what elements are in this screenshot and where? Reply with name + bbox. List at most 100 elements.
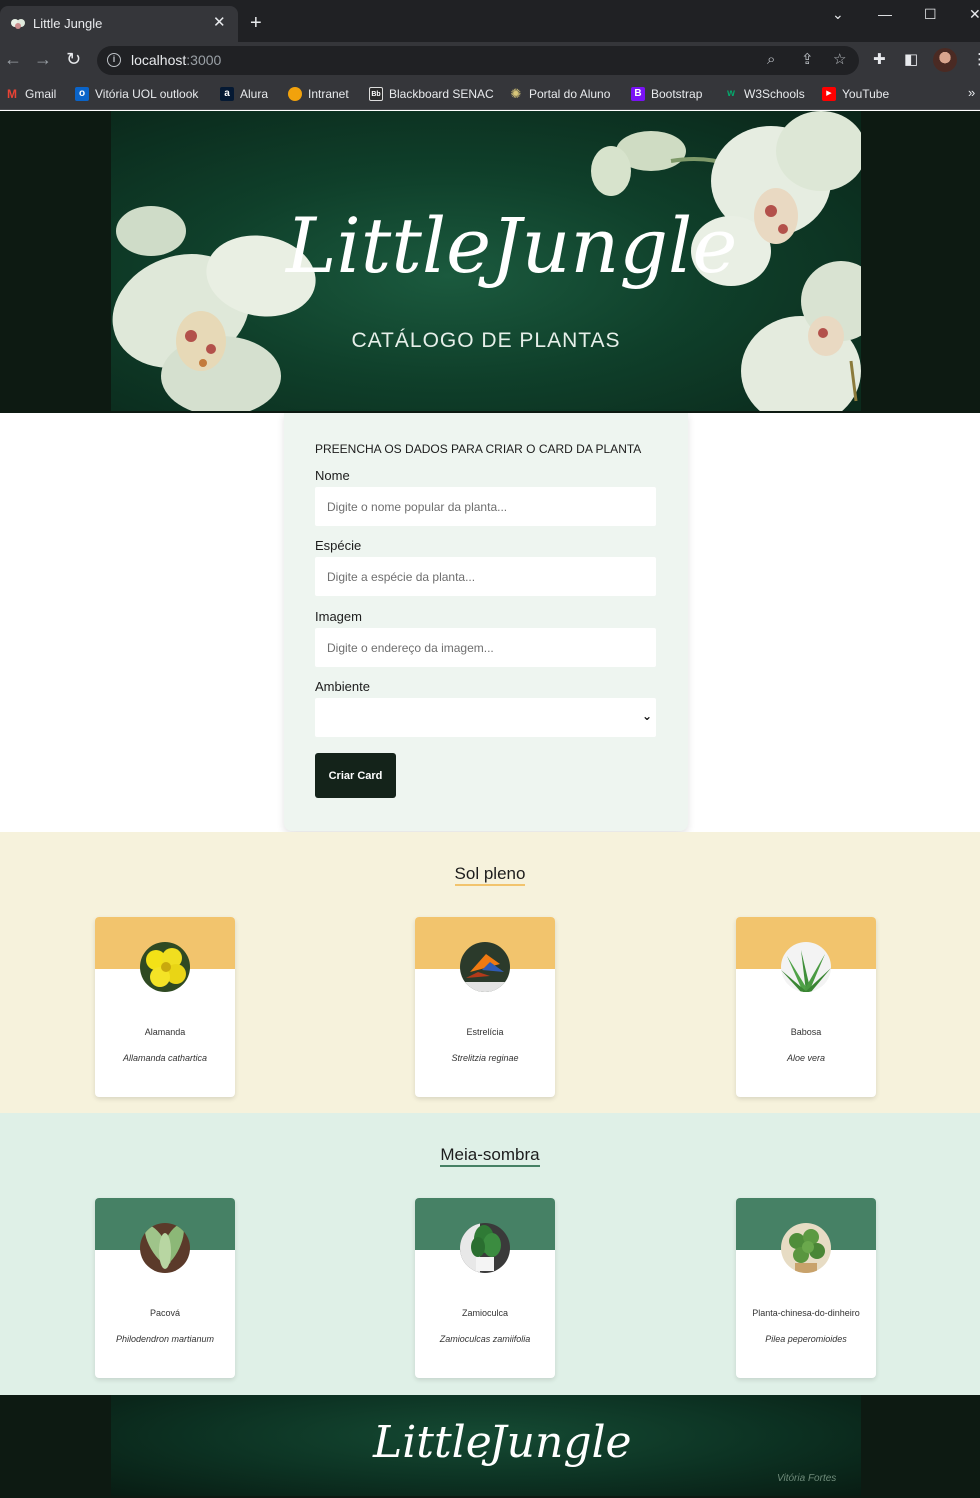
- browser-tabbar: Little Jungle ✕ + ⌄ — ☐ ✕: [0, 0, 980, 42]
- reload-icon[interactable]: ↻: [66, 50, 81, 68]
- portal-icon: ✺: [510, 86, 522, 101]
- alura-icon: a: [220, 87, 234, 101]
- profile-avatar[interactable]: [933, 48, 957, 72]
- plant-photo-estrelicia: [460, 942, 510, 992]
- create-card-button[interactable]: Criar Card: [315, 753, 396, 798]
- browser-toolbar: ← → ↻ i localhost:3000 ⌕ ⇪ ☆ ✚ ◧ ⋮: [0, 42, 980, 78]
- maximize-icon[interactable]: ☐: [924, 6, 937, 22]
- bookmark-intranet[interactable]: Intranet: [288, 84, 349, 104]
- environment-select[interactable]: ⌄: [315, 698, 656, 737]
- hero-brand-word2: Jungle: [491, 201, 738, 290]
- bootstrap-icon: B: [631, 87, 645, 101]
- section-title: Meia-sombra: [0, 1145, 980, 1167]
- orchid-favicon-icon: [11, 19, 25, 29]
- bookmark-label: Intranet: [308, 87, 349, 101]
- new-tab-icon[interactable]: +: [250, 13, 262, 33]
- hero-image: Little Jungle CATÁLOGO DE PLANTAS: [111, 111, 861, 411]
- section-meia-sombra: Meia-sombra Pacová Philodendron martianu…: [0, 1113, 980, 1395]
- side-panel-icon[interactable]: ◧: [904, 51, 918, 69]
- image-input[interactable]: [315, 628, 656, 667]
- minimize-icon[interactable]: —: [878, 6, 892, 22]
- plant-species: Philodendron martianum: [115, 1334, 215, 1344]
- back-arrow-icon[interactable]: ←: [4, 50, 22, 68]
- plant-species: Strelitzia reginae: [451, 1053, 519, 1063]
- chevron-down-icon: ⌄: [641, 709, 652, 723]
- plant-card[interactable]: Planta-chinesa-do-dinheiro Pilea peperom…: [736, 1198, 876, 1378]
- bookmark-label: Vitória UOL outlook: [95, 87, 199, 101]
- bookmark-alura[interactable]: a Alura: [220, 84, 268, 104]
- environment-label: Ambiente: [315, 679, 370, 694]
- hero-banner: Little Jungle CATÁLOGO DE PLANTAS: [0, 111, 980, 413]
- forward-arrow-icon[interactable]: →: [34, 50, 52, 68]
- plant-card[interactable]: Babosa Aloe vera: [736, 917, 876, 1097]
- plant-species: Allamanda cathartica: [122, 1053, 208, 1063]
- species-input[interactable]: [315, 557, 656, 596]
- bookmark-bootstrap[interactable]: B Bootstrap: [631, 84, 702, 104]
- site-info-icon[interactable]: i: [107, 53, 121, 67]
- plant-species: Aloe vera: [786, 1053, 826, 1063]
- plant-name: Planta-chinesa-do-dinheiro: [752, 1308, 860, 1318]
- bookmark-label: Bootstrap: [651, 87, 703, 101]
- plant-name: Babosa: [790, 1027, 822, 1037]
- plant-species: Zamioculcas zamiifolia: [439, 1334, 531, 1344]
- bookmark-blackboard[interactable]: Bb Blackboard SENAC: [369, 84, 494, 104]
- bookmark-w3schools[interactable]: w W3Schools: [724, 84, 805, 104]
- gmail-icon: M: [7, 87, 17, 101]
- bookmarks-bar: M Gmail o Vitória UOL outlook a Alura In…: [0, 78, 980, 110]
- hero-brand-word1: Little: [286, 201, 492, 290]
- bookmark-label: Blackboard SENAC: [389, 87, 494, 101]
- bookmark-label: YouTube: [842, 87, 890, 101]
- footer-brand-word1: Little: [373, 1417, 492, 1468]
- bookmark-youtube[interactable]: ▶ YouTube: [822, 84, 889, 104]
- intranet-icon: [288, 87, 302, 101]
- w3schools-icon: w: [727, 88, 735, 99]
- bookmark-outlook[interactable]: o Vitória UOL outlook: [75, 84, 198, 104]
- section-title: Sol pleno: [0, 864, 980, 886]
- plant-form-card: PREENCHA OS DADOS PARA CRIAR O CARD DA P…: [284, 413, 688, 831]
- plant-photo-babosa: [781, 942, 831, 992]
- bookmark-portal-aluno[interactable]: ✺ Portal do Aluno: [509, 84, 611, 104]
- outlook-icon: o: [75, 87, 89, 101]
- hero-subtitle: CATÁLOGO DE PLANTAS: [351, 329, 621, 352]
- browser-tab[interactable]: Little Jungle ✕: [0, 6, 238, 42]
- tab-search-chevron-icon[interactable]: ⌄: [832, 6, 844, 22]
- zoom-icon[interactable]: ⌕: [767, 51, 775, 69]
- plant-photo-pilea: [781, 1223, 831, 1273]
- share-icon[interactable]: ⇪: [801, 51, 814, 69]
- plant-card[interactable]: Zamioculca Zamioculcas zamiifolia: [415, 1198, 555, 1378]
- bookmark-star-icon[interactable]: ☆: [833, 51, 846, 69]
- plant-name: Estrelícia: [466, 1027, 504, 1037]
- plant-card[interactable]: Alamanda Allamanda cathartica: [95, 917, 235, 1097]
- bookmark-gmail[interactable]: M Gmail: [5, 84, 56, 104]
- name-input[interactable]: [315, 487, 656, 526]
- plant-name: Pacová: [149, 1308, 181, 1318]
- bookmark-label: Portal do Aluno: [529, 87, 611, 101]
- address-bar[interactable]: i localhost:3000 ⌕ ⇪ ☆: [97, 46, 859, 75]
- plant-photo-alamanda: [140, 942, 190, 992]
- blackboard-icon: Bb: [369, 87, 383, 101]
- form-heading: PREENCHA OS DADOS PARA CRIAR O CARD DA P…: [315, 442, 642, 456]
- more-bookmarks-icon[interactable]: »: [968, 85, 975, 100]
- footer-brand-word2: Jungle: [489, 1417, 632, 1468]
- plant-card[interactable]: Pacová Philodendron martianum: [95, 1198, 235, 1378]
- footer: Little Jungle Vitória Fortes: [0, 1395, 980, 1498]
- plant-photo-pacova: [140, 1223, 190, 1273]
- plant-species: Pilea peperomioides: [765, 1334, 847, 1344]
- menu-icon[interactable]: ⋮: [972, 51, 980, 69]
- plant-card[interactable]: Estrelícia Strelitzia reginae: [415, 917, 555, 1097]
- bookmark-label: Alura: [240, 87, 269, 101]
- footer-banner: Little Jungle Vitória Fortes: [111, 1395, 861, 1496]
- plant-name: Zamioculca: [461, 1308, 508, 1318]
- plant-photo-zamioculca: [460, 1223, 510, 1273]
- address-url: localhost:3000: [131, 52, 222, 68]
- name-label: Nome: [315, 468, 350, 483]
- youtube-icon: ▶: [822, 87, 836, 101]
- plant-name: Alamanda: [144, 1027, 186, 1037]
- tab-title: Little Jungle: [33, 16, 103, 31]
- extensions-icon[interactable]: ✚: [873, 51, 886, 69]
- bookmark-label: W3Schools: [744, 87, 805, 101]
- close-window-icon[interactable]: ✕: [969, 6, 980, 22]
- close-tab-icon[interactable]: ✕: [213, 15, 226, 31]
- section-sol-pleno: Sol pleno Alamanda Allamanda cathartica …: [0, 832, 980, 1113]
- image-label: Imagem: [315, 609, 362, 624]
